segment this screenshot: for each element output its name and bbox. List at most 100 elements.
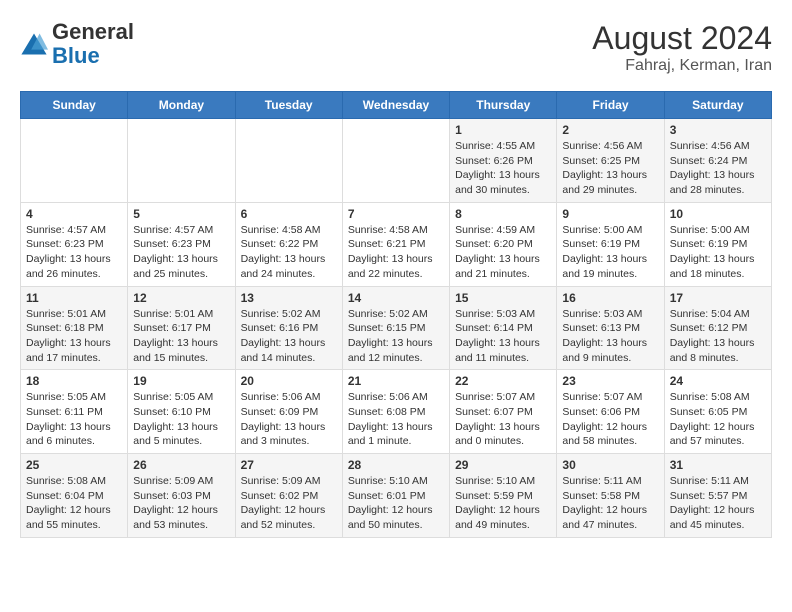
calendar-cell: 28 Sunrise: 5:10 AM Sunset: 6:01 PM Dayli… bbox=[342, 454, 449, 538]
day-info: Sunrise: 5:09 AM Sunset: 6:02 PM Dayligh… bbox=[241, 474, 337, 533]
location-subtitle: Fahraj, Kerman, Iran bbox=[592, 57, 772, 75]
day-number: 25 bbox=[26, 458, 122, 472]
day-number: 27 bbox=[241, 458, 337, 472]
header-day-monday: Monday bbox=[128, 92, 235, 119]
day-info: Sunrise: 4:56 AM Sunset: 6:24 PM Dayligh… bbox=[670, 139, 766, 198]
calendar-cell: 4Sunrise: 4:57 AM Sunset: 6:23 PM Daylig… bbox=[21, 202, 128, 286]
calendar-cell: 5Sunrise: 4:57 AM Sunset: 6:23 PM Daylig… bbox=[128, 202, 235, 286]
calendar-cell: 27 Sunrise: 5:09 AM Sunset: 6:02 PM Dayli… bbox=[235, 454, 342, 538]
calendar-cell: 9 Sunrise: 5:00 AM Sunset: 6:19 PM Daylig… bbox=[557, 202, 664, 286]
calendar-cell: 24Sunrise: 5:08 AM Sunset: 6:05 PM Dayli… bbox=[664, 370, 771, 454]
day-info: Sunrise: 5:07 AM Sunset: 6:07 PM Dayligh… bbox=[455, 390, 551, 449]
calendar-cell: 3 Sunrise: 4:56 AM Sunset: 6:24 PM Daylig… bbox=[664, 119, 771, 203]
day-number: 18 bbox=[26, 374, 122, 388]
calendar-cell: 12 Sunrise: 5:01 AM Sunset: 6:17 PM Dayli… bbox=[128, 286, 235, 370]
day-number: 2 bbox=[562, 123, 658, 137]
day-number: 5 bbox=[133, 207, 229, 221]
calendar-cell: 31Sunrise: 5:11 AM Sunset: 5:57 PM Dayli… bbox=[664, 454, 771, 538]
calendar-cell bbox=[128, 119, 235, 203]
day-info: Sunrise: 5:08 AM Sunset: 6:04 PM Dayligh… bbox=[26, 474, 122, 533]
title-block: August 2024 Fahraj, Kerman, Iran bbox=[592, 20, 772, 75]
calendar-cell: 18Sunrise: 5:05 AM Sunset: 6:11 PM Dayli… bbox=[21, 370, 128, 454]
calendar-cell: 21 Sunrise: 5:06 AM Sunset: 6:08 PM Dayli… bbox=[342, 370, 449, 454]
day-info: Sunrise: 4:59 AM Sunset: 6:20 PM Dayligh… bbox=[455, 223, 551, 282]
day-number: 16 bbox=[562, 291, 658, 305]
day-info: Sunrise: 5:10 AM Sunset: 6:01 PM Dayligh… bbox=[348, 474, 444, 533]
day-info: Sunrise: 5:03 AM Sunset: 6:13 PM Dayligh… bbox=[562, 307, 658, 366]
header-day-saturday: Saturday bbox=[664, 92, 771, 119]
day-number: 14 bbox=[348, 291, 444, 305]
day-info: Sunrise: 5:02 AM Sunset: 6:16 PM Dayligh… bbox=[241, 307, 337, 366]
calendar-cell: 16 Sunrise: 5:03 AM Sunset: 6:13 PM Dayli… bbox=[557, 286, 664, 370]
day-number: 20 bbox=[241, 374, 337, 388]
header-day-sunday: Sunday bbox=[21, 92, 128, 119]
calendar-cell: 20 Sunrise: 5:06 AM Sunset: 6:09 PM Dayli… bbox=[235, 370, 342, 454]
day-number: 17 bbox=[670, 291, 766, 305]
calendar-cell: 15 Sunrise: 5:03 AM Sunset: 6:14 PM Dayli… bbox=[450, 286, 557, 370]
calendar-cell: 22 Sunrise: 5:07 AM Sunset: 6:07 PM Dayli… bbox=[450, 370, 557, 454]
calendar-cell: 14 Sunrise: 5:02 AM Sunset: 6:15 PM Dayli… bbox=[342, 286, 449, 370]
day-number: 19 bbox=[133, 374, 229, 388]
calendar-cell: 6Sunrise: 4:58 AM Sunset: 6:22 PM Daylig… bbox=[235, 202, 342, 286]
logo-blue-text: Blue bbox=[52, 43, 100, 68]
day-number: 12 bbox=[133, 291, 229, 305]
header-day-friday: Friday bbox=[557, 92, 664, 119]
calendar-cell: 26Sunrise: 5:09 AM Sunset: 6:03 PM Dayli… bbox=[128, 454, 235, 538]
calendar-cell: 19 Sunrise: 5:05 AM Sunset: 6:10 PM Dayli… bbox=[128, 370, 235, 454]
calendar-cell: 25 Sunrise: 5:08 AM Sunset: 6:04 PM Dayli… bbox=[21, 454, 128, 538]
header-day-thursday: Thursday bbox=[450, 92, 557, 119]
day-number: 28 bbox=[348, 458, 444, 472]
day-info: Sunrise: 4:58 AM Sunset: 6:22 PM Dayligh… bbox=[241, 223, 337, 282]
day-number: 29 bbox=[455, 458, 551, 472]
calendar-cell: 1 Sunrise: 4:55 AM Sunset: 6:26 PM Daylig… bbox=[450, 119, 557, 203]
day-number: 8 bbox=[455, 207, 551, 221]
calendar-cell: 2 Sunrise: 4:56 AM Sunset: 6:25 PM Daylig… bbox=[557, 119, 664, 203]
calendar-week-3: 18Sunrise: 5:05 AM Sunset: 6:11 PM Dayli… bbox=[21, 370, 772, 454]
day-info: Sunrise: 5:01 AM Sunset: 6:18 PM Dayligh… bbox=[26, 307, 122, 366]
day-info: Sunrise: 5:07 AM Sunset: 6:06 PM Dayligh… bbox=[562, 390, 658, 449]
calendar-cell: 10 Sunrise: 5:00 AM Sunset: 6:19 PM Dayli… bbox=[664, 202, 771, 286]
day-info: Sunrise: 5:03 AM Sunset: 6:14 PM Dayligh… bbox=[455, 307, 551, 366]
calendar-week-1: 4Sunrise: 4:57 AM Sunset: 6:23 PM Daylig… bbox=[21, 202, 772, 286]
day-info: Sunrise: 5:01 AM Sunset: 6:17 PM Dayligh… bbox=[133, 307, 229, 366]
calendar-cell: 11 Sunrise: 5:01 AM Sunset: 6:18 PM Dayli… bbox=[21, 286, 128, 370]
month-year-title: August 2024 bbox=[592, 20, 772, 57]
day-number: 3 bbox=[670, 123, 766, 137]
day-number: 10 bbox=[670, 207, 766, 221]
day-info: Sunrise: 4:58 AM Sunset: 6:21 PM Dayligh… bbox=[348, 223, 444, 282]
day-number: 9 bbox=[562, 207, 658, 221]
day-info: Sunrise: 4:56 AM Sunset: 6:25 PM Dayligh… bbox=[562, 139, 658, 198]
calendar-header: SundayMondayTuesdayWednesdayThursdayFrid… bbox=[21, 92, 772, 119]
day-info: Sunrise: 5:10 AM Sunset: 5:59 PM Dayligh… bbox=[455, 474, 551, 533]
day-number: 23 bbox=[562, 374, 658, 388]
day-info: Sunrise: 4:55 AM Sunset: 6:26 PM Dayligh… bbox=[455, 139, 551, 198]
calendar-cell: 17 Sunrise: 5:04 AM Sunset: 6:12 PM Dayli… bbox=[664, 286, 771, 370]
day-info: Sunrise: 5:00 AM Sunset: 6:19 PM Dayligh… bbox=[670, 223, 766, 282]
day-info: Sunrise: 5:05 AM Sunset: 6:10 PM Dayligh… bbox=[133, 390, 229, 449]
day-number: 1 bbox=[455, 123, 551, 137]
day-number: 11 bbox=[26, 291, 122, 305]
calendar-week-0: 1 Sunrise: 4:55 AM Sunset: 6:26 PM Daylig… bbox=[21, 119, 772, 203]
calendar-cell: 29 Sunrise: 5:10 AM Sunset: 5:59 PM Dayli… bbox=[450, 454, 557, 538]
header-row: SundayMondayTuesdayWednesdayThursdayFrid… bbox=[21, 92, 772, 119]
day-info: Sunrise: 5:11 AM Sunset: 5:58 PM Dayligh… bbox=[562, 474, 658, 533]
day-info: Sunrise: 5:00 AM Sunset: 6:19 PM Dayligh… bbox=[562, 223, 658, 282]
day-number: 15 bbox=[455, 291, 551, 305]
calendar-cell bbox=[342, 119, 449, 203]
day-number: 26 bbox=[133, 458, 229, 472]
calendar-cell: 7Sunrise: 4:58 AM Sunset: 6:21 PM Daylig… bbox=[342, 202, 449, 286]
page-header: General Blue August 2024 Fahraj, Kerman,… bbox=[20, 20, 772, 75]
logo-general-text: General bbox=[52, 19, 134, 44]
day-number: 21 bbox=[348, 374, 444, 388]
calendar-cell bbox=[235, 119, 342, 203]
day-info: Sunrise: 5:06 AM Sunset: 6:08 PM Dayligh… bbox=[348, 390, 444, 449]
day-info: Sunrise: 5:06 AM Sunset: 6:09 PM Dayligh… bbox=[241, 390, 337, 449]
day-number: 4 bbox=[26, 207, 122, 221]
day-number: 22 bbox=[455, 374, 551, 388]
day-number: 24 bbox=[670, 374, 766, 388]
day-info: Sunrise: 5:02 AM Sunset: 6:15 PM Dayligh… bbox=[348, 307, 444, 366]
logo-icon bbox=[20, 30, 48, 58]
calendar-week-2: 11 Sunrise: 5:01 AM Sunset: 6:18 PM Dayli… bbox=[21, 286, 772, 370]
day-info: Sunrise: 5:04 AM Sunset: 6:12 PM Dayligh… bbox=[670, 307, 766, 366]
calendar-table: SundayMondayTuesdayWednesdayThursdayFrid… bbox=[20, 91, 772, 538]
